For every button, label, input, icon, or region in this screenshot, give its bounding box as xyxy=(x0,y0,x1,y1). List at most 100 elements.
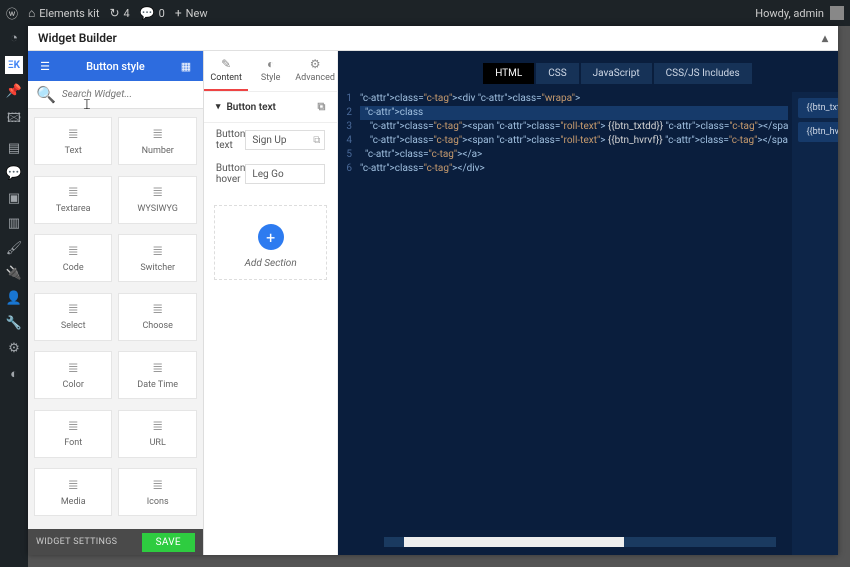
button-text-label: Button text xyxy=(216,129,245,151)
widget-icon: ≣ xyxy=(68,419,79,434)
search-icon: 🔍 xyxy=(36,85,56,104)
widget-code[interactable]: ≣ Code xyxy=(34,234,112,282)
panel-title: Button style xyxy=(62,60,169,73)
tab-content[interactable]: ✎Content xyxy=(204,51,248,91)
caret-down-icon: ▾ xyxy=(216,102,221,112)
comments-link[interactable]: 💬0 xyxy=(140,6,165,20)
elementor-icon[interactable]: ▣ xyxy=(8,191,20,206)
widget-number[interactable]: ≣ Number xyxy=(118,117,196,165)
search-input-wrap[interactable]: 🔍 xyxy=(28,81,203,109)
howdy-label[interactable]: Howdy, admin xyxy=(755,7,824,20)
wp-admin-rail: ◔ ΞK 📌 🖾 ▤ 💬 ▣ ▥ 🖌 🔌 👤 🔧 ⚙ ◐ xyxy=(0,26,28,567)
users-icon[interactable]: 👤 xyxy=(6,291,22,306)
widget-font[interactable]: ≣ Font xyxy=(34,410,112,458)
hamburger-icon[interactable]: ☰ xyxy=(28,60,62,73)
widget-icon: ≣ xyxy=(68,185,79,200)
widget-select[interactable]: ≣ Select xyxy=(34,293,112,341)
tab-css[interactable]: CSS xyxy=(536,63,578,84)
widget-icon: ≣ xyxy=(152,127,163,142)
tools-icon[interactable]: 🔧 xyxy=(6,316,22,331)
appearance-icon[interactable]: 🖌 xyxy=(6,241,23,256)
widget-icon: ≣ xyxy=(152,185,163,200)
tab-style[interactable]: ◐Style xyxy=(248,51,292,91)
widget-icon: ≣ xyxy=(68,478,79,493)
page-title: Widget Builder xyxy=(38,31,117,45)
grid-icon[interactable]: ▦ xyxy=(169,60,203,73)
widget-color[interactable]: ≣ Color xyxy=(34,351,112,399)
button-text-input[interactable]: Sign Up⧉ xyxy=(245,130,325,150)
tab-advanced[interactable]: ⚙Advanced xyxy=(293,51,337,91)
widget-icon: ≣ xyxy=(152,478,163,493)
widget-icon: ≣ xyxy=(152,244,163,259)
widget-settings-label[interactable]: WIDGET SETTINGS xyxy=(36,537,117,547)
pin-icon[interactable]: 📌 xyxy=(6,84,22,99)
settings-icon[interactable]: ⚙ xyxy=(8,341,20,356)
widget-label: Date Time xyxy=(137,380,178,390)
widget-icon: ≣ xyxy=(68,302,79,317)
button-hover-input[interactable]: Leg Go xyxy=(245,164,325,184)
widget-label: Icons xyxy=(147,497,169,507)
collapse-icon[interactable]: ◐ xyxy=(10,366,18,382)
new-link[interactable]: +New xyxy=(175,6,208,20)
widget-icon: ≣ xyxy=(68,361,79,376)
tab-js[interactable]: JavaScript xyxy=(581,63,652,84)
widget-label: Media xyxy=(61,497,86,507)
widget-wysiwyg[interactable]: ≣ WYSIWYG xyxy=(118,176,196,224)
widget-icon: ≣ xyxy=(152,302,163,317)
site-link[interactable]: ⌂Elements kit xyxy=(28,6,99,20)
templates-icon[interactable]: ▥ xyxy=(8,216,20,231)
variable-chip[interactable]: {{btn_hvrvf}} xyxy=(798,122,838,142)
plugins-icon[interactable]: 🔌 xyxy=(6,266,22,281)
add-section-button[interactable]: + xyxy=(258,224,284,250)
widget-icons[interactable]: ≣ Icons xyxy=(118,468,196,516)
widget-textarea[interactable]: ≣ Textarea xyxy=(34,176,112,224)
widget-label: WYSIWYG xyxy=(137,204,178,214)
widget-label: URL xyxy=(150,438,166,448)
horizontal-scrollbar[interactable] xyxy=(384,537,776,547)
widget-date-time[interactable]: ≣ Date Time xyxy=(118,351,196,399)
avatar[interactable] xyxy=(830,6,844,20)
wp-logo-icon[interactable]: ⓦ xyxy=(6,5,18,22)
widget-icon: ≣ xyxy=(152,361,163,376)
gear-icon: ⚙ xyxy=(293,57,337,71)
widget-label: Choose xyxy=(142,321,173,331)
search-input[interactable] xyxy=(62,89,195,100)
widget-media[interactable]: ≣ Media xyxy=(34,468,112,516)
duplicate-icon[interactable]: ⧉ xyxy=(317,100,325,114)
section-header[interactable]: ▾ Button text ⧉ xyxy=(204,92,337,123)
widget-icon: ≣ xyxy=(68,244,79,259)
collapse-panel-icon[interactable]: ▴ xyxy=(822,31,828,45)
code-gutter: 123456 xyxy=(346,92,360,555)
tab-includes[interactable]: CSS/JS Includes xyxy=(654,63,752,84)
dashboard-icon[interactable]: ◔ xyxy=(10,30,18,46)
widget-label: Select xyxy=(61,321,86,331)
widget-label: Textarea xyxy=(56,204,91,214)
dynamic-icon[interactable]: ⧉ xyxy=(313,135,320,146)
pencil-icon: ✎ xyxy=(204,57,248,71)
save-button[interactable]: SAVE xyxy=(142,533,195,552)
comments-icon[interactable]: 💬 xyxy=(6,166,22,181)
button-hover-label: Button hover xyxy=(216,163,245,185)
widget-label: Code xyxy=(63,263,84,273)
widget-icon: ≣ xyxy=(152,419,163,434)
tab-html[interactable]: HTML xyxy=(483,63,534,84)
widget-label: Number xyxy=(142,146,174,156)
widget-switcher[interactable]: ≣ Switcher xyxy=(118,234,196,282)
widget-label: Switcher xyxy=(140,263,175,273)
media-icon[interactable]: 🖾 xyxy=(7,109,21,131)
widget-text[interactable]: ≣Text xyxy=(34,117,112,165)
code-editor[interactable]: "c-attr">class="c-tag"><div "c-attr">cla… xyxy=(360,92,789,555)
widget-choose[interactable]: ≣ Choose xyxy=(118,293,196,341)
pages-icon[interactable]: ▤ xyxy=(8,141,20,156)
variable-panel: {{btn_txtdd}} {{btn_hvrvf}} xyxy=(792,92,838,555)
widget-label: Text xyxy=(65,146,82,156)
add-section-area: + Add Section xyxy=(214,205,327,280)
elements-kit-icon[interactable]: ΞK xyxy=(5,56,23,74)
widget-label: Font xyxy=(64,438,82,448)
variable-chip[interactable]: {{btn_txtdd}} xyxy=(798,98,838,118)
widget-label: Color xyxy=(63,380,84,390)
contrast-icon: ◐ xyxy=(248,57,292,71)
widget-url[interactable]: ≣ URL xyxy=(118,410,196,458)
add-section-label: Add Section xyxy=(215,258,326,269)
refresh-link[interactable]: ↻4 xyxy=(109,6,129,20)
